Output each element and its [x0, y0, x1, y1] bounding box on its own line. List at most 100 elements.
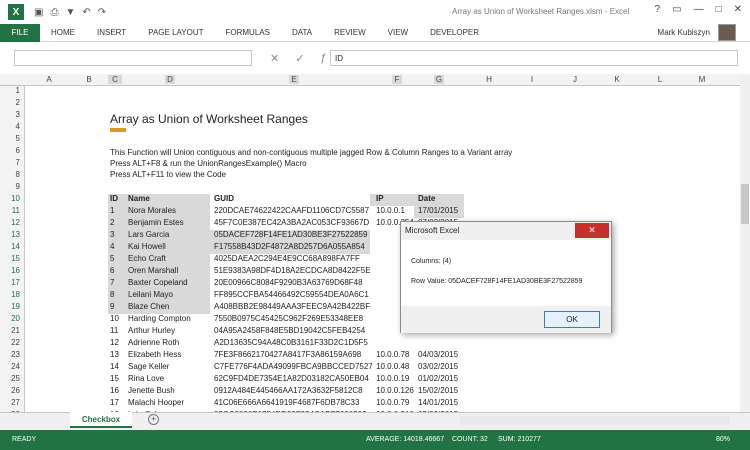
tab-home[interactable]: HOME: [40, 28, 86, 37]
row-header[interactable]: 25: [11, 374, 20, 383]
row-header[interactable]: 22: [11, 338, 20, 347]
header-id[interactable]: ID: [110, 194, 118, 203]
row-header[interactable]: 27: [11, 398, 20, 407]
col-header[interactable]: L: [655, 75, 665, 84]
header-guid[interactable]: GUID: [214, 194, 234, 203]
cell-name[interactable]: Baxter Copeland: [128, 278, 188, 287]
cell-name[interactable]: Sage Keller: [128, 362, 169, 371]
cell-name[interactable]: Leilani Mayo: [128, 290, 173, 299]
filter-icon[interactable]: ▼: [65, 7, 75, 18]
cell-ip[interactable]: 10.0.0.79: [376, 398, 409, 407]
cell-id[interactable]: 16: [110, 386, 119, 395]
cell-ip[interactable]: 10.0.0.126: [376, 386, 414, 395]
desc-line[interactable]: This Function will Union contiguous and …: [110, 148, 512, 157]
minimize-icon[interactable]: —: [694, 4, 704, 15]
cell-date[interactable]: 01/02/2015: [418, 374, 458, 383]
cell-name[interactable]: Rina Love: [128, 374, 164, 383]
zoom-level[interactable]: 80%: [716, 436, 730, 443]
cell-date[interactable]: 17/01/2015: [418, 206, 458, 215]
cell-guid[interactable]: 41C06E666A6641919F4687F6DB78C33: [214, 398, 359, 407]
cell-id[interactable]: 13: [110, 350, 119, 359]
cell-guid[interactable]: 51E9383A98DF4D18A2ECDCA8D8422F5E: [214, 266, 371, 275]
print-icon[interactable]: ⎙: [50, 7, 58, 18]
row-header[interactable]: 11: [12, 206, 20, 215]
vertical-scroll-thumb[interactable]: [741, 184, 749, 224]
row-header[interactable]: 20: [11, 314, 20, 323]
ribbon-display-icon[interactable]: ▭: [672, 4, 681, 15]
cell-guid[interactable]: 4025DAEA2C294E4E9CC68A898FA7FF: [214, 254, 360, 263]
row-header[interactable]: 19: [11, 302, 20, 311]
cell-name[interactable]: Elizabeth Hess: [128, 350, 181, 359]
cell-date[interactable]: 14/01/2015: [418, 398, 458, 407]
row-header[interactable]: 26: [11, 386, 20, 395]
redo-icon[interactable]: ↷: [98, 7, 106, 18]
col-header[interactable]: H: [484, 75, 494, 84]
row-header[interactable]: 2: [16, 98, 20, 107]
cell-id[interactable]: 3: [110, 230, 114, 239]
function-icon[interactable]: ƒ: [320, 52, 326, 65]
cell-guid[interactable]: 05DACEF728F14FE1AD30BE3F27522859: [214, 230, 367, 239]
row-header[interactable]: 5: [16, 134, 20, 143]
cell-id[interactable]: 12: [110, 338, 119, 347]
cell-name[interactable]: Malachi Hooper: [128, 398, 184, 407]
row-header[interactable]: 7: [16, 158, 20, 167]
help-icon[interactable]: ?: [655, 4, 661, 15]
cell-name[interactable]: Adrienne Roth: [128, 338, 179, 347]
cell-name[interactable]: Echo Craft: [128, 254, 166, 263]
cell-ip[interactable]: 10.0.0.78: [376, 350, 409, 359]
col-header[interactable]: G: [434, 75, 444, 84]
row-header[interactable]: 24: [11, 362, 20, 371]
header-date[interactable]: Date: [418, 194, 435, 203]
cell-guid[interactable]: 7FE3F8662170427A8417F3A86159A698: [214, 350, 361, 359]
desc-line[interactable]: Press ALT+F8 & run the UnionRangesExampl…: [110, 159, 307, 168]
cell-id[interactable]: 15: [110, 374, 119, 383]
row-header[interactable]: 23: [11, 350, 20, 359]
cell-id[interactable]: 5: [110, 254, 114, 263]
cell-ip[interactable]: 10.0.0.1: [376, 206, 405, 215]
tab-formulas[interactable]: FORMULAS: [214, 28, 280, 37]
cell-name[interactable]: Oren Marshall: [128, 266, 178, 275]
col-header[interactable]: I: [527, 75, 537, 84]
cell-id[interactable]: 1: [110, 206, 114, 215]
cell-guid[interactable]: 7550B0975C45425C962F269E53348EE8: [214, 314, 363, 323]
row-header[interactable]: 12: [11, 218, 20, 227]
tab-insert[interactable]: INSERT: [86, 28, 137, 37]
cell-id[interactable]: 11: [110, 326, 118, 335]
cell-id[interactable]: 4: [110, 242, 114, 251]
cell-id[interactable]: 9: [110, 302, 114, 311]
cell-guid[interactable]: 20E00966C8084F9290B3A63769D68F48: [214, 278, 363, 287]
dialog-close-button[interactable]: ✕: [575, 223, 609, 238]
col-header[interactable]: F: [392, 75, 402, 84]
row-header[interactable]: 6: [16, 146, 20, 155]
col-header[interactable]: K: [612, 75, 622, 84]
save-icon[interactable]: ▣: [34, 7, 43, 18]
cell-name[interactable]: Benjamin Estes: [128, 218, 184, 227]
cell-name[interactable]: Kai Howell: [128, 242, 166, 251]
tab-developer[interactable]: DEVELOPER: [419, 28, 490, 37]
col-header[interactable]: J: [570, 75, 580, 84]
cell-guid[interactable]: 0912A484E445466AA172A3632F5812C8: [214, 386, 363, 395]
avatar[interactable]: [718, 24, 736, 41]
col-header[interactable]: E: [289, 75, 299, 84]
cell-ip[interactable]: 10.0.0.19: [376, 374, 409, 383]
row-header[interactable]: 8: [16, 170, 20, 179]
cell-date[interactable]: 15/02/2015: [418, 386, 458, 395]
tab-page-layout[interactable]: PAGE LAYOUT: [137, 28, 214, 37]
horizontal-scrollbar[interactable]: [460, 416, 730, 425]
cell-id[interactable]: 14: [110, 362, 119, 371]
cell-guid[interactable]: F17558B43D2F4872A8D257D6A055A854: [214, 242, 365, 251]
user-name[interactable]: Mark Kubiszyn: [658, 28, 710, 37]
cell-name[interactable]: Blaze Chen: [128, 302, 169, 311]
cancel-icon[interactable]: ✕: [270, 52, 279, 65]
header-name[interactable]: Name: [128, 194, 150, 203]
file-tab[interactable]: FILE: [0, 23, 40, 42]
vertical-scrollbar[interactable]: [740, 74, 750, 412]
cell-name[interactable]: Harding Compton: [128, 314, 191, 323]
row-header[interactable]: 4: [16, 122, 20, 131]
cell-date[interactable]: 04/03/2015: [418, 350, 458, 359]
header-ip[interactable]: IP: [376, 194, 384, 203]
row-header[interactable]: 21: [11, 326, 20, 335]
row-header[interactable]: 14: [11, 242, 20, 251]
enter-icon[interactable]: ✓: [295, 52, 304, 65]
row-header[interactable]: 16: [11, 266, 20, 275]
